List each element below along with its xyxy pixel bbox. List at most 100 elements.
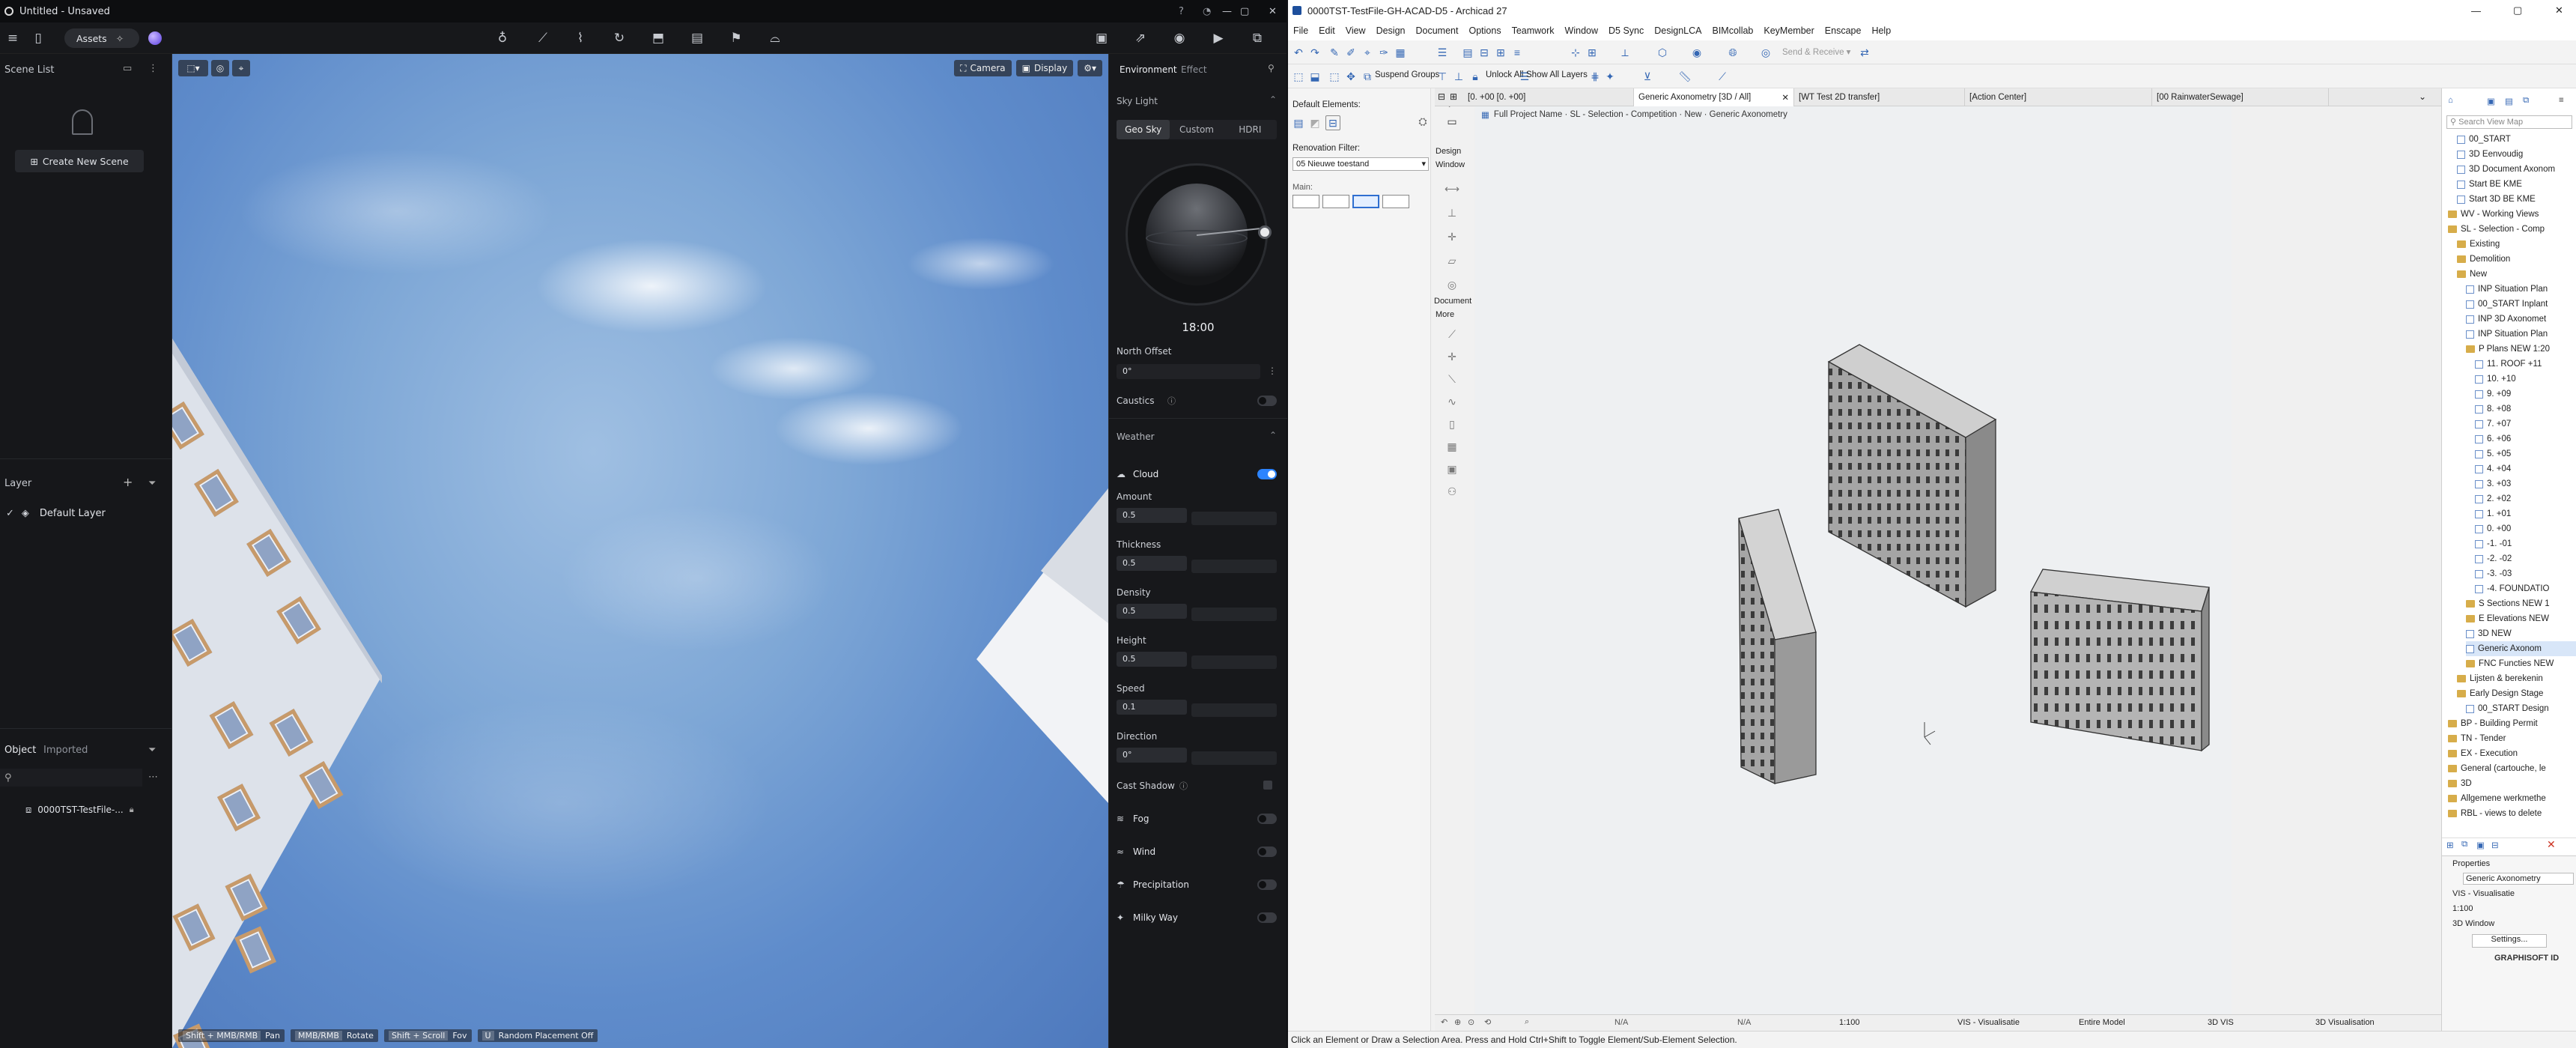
navigator-item[interactable]: 7. +07: [2475, 417, 2576, 431]
tab-effect[interactable]: Effect: [1181, 64, 1207, 75]
grid-icon[interactable]: ⋕: [1588, 69, 1603, 84]
detail-tool-icon[interactable]: ⚇: [1445, 484, 1459, 499]
create-new-scene-button[interactable]: ⊞ Create New Scene: [15, 150, 144, 172]
section-tool-icon[interactable]: ✛: [1445, 349, 1459, 364]
snap-icon[interactable]: ⊹: [1568, 45, 1583, 60]
send-receive-button[interactable]: Send & Receive ▾: [1782, 46, 1850, 57]
close-icon[interactable]: ✕: [1269, 6, 1277, 17]
3d-vis-value[interactable]: 3D VIS: [2208, 1018, 2234, 1027]
sun-dial[interactable]: [1126, 163, 1272, 306]
navigator-item[interactable]: FNC Functies NEW: [2466, 656, 2576, 671]
navigator-item[interactable]: 1. +01: [2475, 506, 2576, 521]
navigator-item[interactable]: -1. -01: [2475, 536, 2576, 551]
project-map-icon[interactable]: ⌂: [2448, 96, 2453, 105]
navigator-item[interactable]: 10. +10: [2475, 372, 2576, 387]
design-section-label[interactable]: Design: [1436, 147, 1461, 156]
visualisation-value[interactable]: 3D Visualisation: [2315, 1018, 2375, 1027]
eyedropper-icon[interactable]: ⌖: [1360, 45, 1375, 60]
display-button[interactable]: ▣ Display: [1015, 60, 1074, 76]
brush-tool-icon[interactable]: ⌇: [571, 28, 590, 48]
dimension-tool-icon[interactable]: ⟷: [1445, 181, 1459, 196]
grid-snap-icon[interactable]: ⊞: [1585, 45, 1600, 60]
navigator-item[interactable]: BP - Building Permit: [2448, 716, 2576, 731]
menu-help[interactable]: Help: [1866, 25, 1896, 36]
camera-tool-icon[interactable]: ◎: [1445, 277, 1459, 292]
sun-handle[interactable]: [1258, 225, 1272, 239]
pointer-icon[interactable]: [1382, 195, 1409, 208]
navigator-item[interactable]: S Sections NEW 1: [2466, 596, 2576, 611]
magic-wand-icon[interactable]: ✦: [1603, 69, 1617, 84]
menu-d5-sync[interactable]: D5 Sync: [1603, 25, 1649, 36]
zoom-fit-icon[interactable]: ⊙: [1468, 1017, 1474, 1027]
zoom-in-icon[interactable]: ⊕: [1454, 1017, 1461, 1027]
scale-value[interactable]: 1:100: [1839, 1018, 1860, 1027]
prop-name-field[interactable]: Generic Axonometry: [2463, 873, 2574, 885]
sky-mode-custom[interactable]: Custom: [1170, 120, 1223, 139]
dimension-tool-icon[interactable]: ⟋: [1445, 327, 1459, 342]
element-settings-icon[interactable]: ⛭: [1415, 114, 1430, 129]
more-options-icon[interactable]: ⋮: [148, 63, 158, 74]
navigator-item[interactable]: Allgemene werkmethe: [2448, 791, 2576, 806]
slider-value[interactable]: 0.5: [1117, 508, 1187, 523]
measure-tool-icon[interactable]: ⚑: [726, 28, 746, 48]
navigator-item[interactable]: P Plans NEW 1:20: [2466, 342, 2576, 357]
prop-layer-value[interactable]: VIS - Visualisatie: [2452, 889, 2515, 898]
navigator-item[interactable]: Generic Axonom: [2466, 641, 2576, 656]
pen-icon[interactable]: ✑: [1376, 45, 1391, 60]
collapse-icon[interactable]: ⌃: [1269, 94, 1277, 105]
document-section-label[interactable]: Document: [1434, 297, 1471, 306]
favorites-icon[interactable]: ⊟: [1325, 115, 1340, 130]
tab-overflow-icon[interactable]: ⌄: [2419, 91, 2426, 102]
layer-combo-value[interactable]: VIS - Visualisatie: [1957, 1018, 2020, 1027]
d5-render-viewport[interactable]: ⬚▾ ◎ ⌖ ⛶ Camera ▣ Display ⚙▾ Shift + MMB/R…: [172, 54, 1108, 1048]
suspend-groups-button[interactable]: Suspend Groups: [1375, 70, 1439, 79]
material-tool-icon[interactable]: ⬒: [648, 28, 668, 48]
video-icon[interactable]: ▶: [1209, 28, 1228, 48]
undo-icon[interactable]: ↶: [1291, 45, 1306, 60]
menu-options[interactable]: Options: [1463, 25, 1506, 36]
measure-icon[interactable]: 📏︎: [1677, 69, 1692, 84]
terrain-tool-icon[interactable]: ⌓: [765, 28, 785, 48]
navigator-search-input[interactable]: ⚲ Search View Map: [2446, 115, 2572, 129]
add-layer-icon[interactable]: +: [123, 475, 133, 489]
menu-enscape[interactable]: Enscape: [1820, 25, 1867, 36]
new-view-icon[interactable]: ⊞: [2446, 840, 2454, 850]
share-icon[interactable]: ⇗: [1131, 28, 1150, 48]
navigator-item[interactable]: E Elevations NEW: [2466, 611, 2576, 626]
density-slider[interactable]: Density 0.5: [1117, 587, 1277, 621]
slider-track[interactable]: [1191, 655, 1277, 669]
floor-icon[interactable]: ▤: [1460, 45, 1475, 60]
grid-view-icon[interactable]: ⋯: [148, 772, 158, 783]
navigator-item[interactable]: EX - Execution: [2448, 746, 2576, 761]
prop-scale-value[interactable]: 1:100: [2452, 904, 2473, 913]
undo-zoom-icon[interactable]: ↶: [1441, 1017, 1448, 1027]
view-map-icon[interactable]: ▣: [2487, 96, 2495, 106]
slider-value[interactable]: 0.5: [1117, 652, 1187, 667]
navigator-item[interactable]: 11. ROOF +11: [2475, 357, 2576, 372]
help-icon[interactable]: ?: [1179, 6, 1184, 17]
default-layer-row[interactable]: ✓ ◈ Default Layer: [0, 503, 172, 523]
ai-orb-icon[interactable]: [148, 31, 162, 45]
navigator-item[interactable]: 00_START Design: [2466, 701, 2576, 716]
publisher-icon[interactable]: ⧉: [2523, 96, 2529, 106]
filter-icon[interactable]: ⏷: [148, 478, 156, 489]
lock-icon[interactable]: 🔒︎: [130, 805, 134, 815]
slider-track[interactable]: [1191, 512, 1277, 525]
stretch-icon[interactable]: ✥: [1343, 69, 1358, 84]
grid-toggle-icon[interactable]: ▦: [1393, 45, 1408, 60]
navigator-item[interactable]: -3. -03: [2475, 566, 2576, 581]
file-icon[interactable]: ▯: [28, 28, 48, 48]
section-icon[interactable]: ⊟: [1477, 45, 1492, 60]
menu-designlca[interactable]: DesignLCA: [1649, 25, 1707, 36]
globe-icon[interactable]: 🌐︎: [1725, 45, 1740, 60]
render-icon[interactable]: ◉: [1689, 45, 1704, 60]
tab-imported[interactable]: Imported: [43, 745, 88, 756]
curve-tool-icon[interactable]: ∿: [1445, 394, 1459, 409]
navigator-item[interactable]: WV - Working Views: [2448, 207, 2576, 222]
navigator-item[interactable]: 3D Document Axonom: [2457, 162, 2576, 177]
amount-slider[interactable]: Amount 0.5: [1117, 491, 1277, 525]
elevation-icon[interactable]: ⊞: [1493, 45, 1508, 60]
3d-view-icon[interactable]: ⬡: [1655, 45, 1670, 60]
tab-rainwater[interactable]: [00 RainwaterSewage]: [2152, 88, 2329, 106]
navigator-item[interactable]: Demolition: [2457, 252, 2576, 267]
